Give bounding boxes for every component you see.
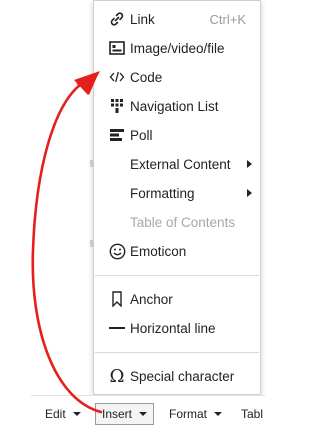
menu-separator	[95, 352, 259, 353]
menu-item-label: Formatting	[130, 185, 195, 201]
menu-item-label: Table of Contents	[130, 214, 236, 230]
format-menu-label: Format	[169, 407, 208, 421]
omega-icon: Ω	[109, 365, 125, 387]
editor-background	[0, 0, 92, 388]
edit-menu-label: Edit	[45, 407, 66, 421]
menu-item-horizontal-line[interactable]: Horizontal line	[94, 314, 260, 342]
format-menu-button[interactable]: Format	[163, 403, 228, 425]
menu-item-special-character[interactable]: Ω Special character	[94, 362, 260, 390]
insert-dropdown-menu: Link Ctrl+K Image/video/file Code Naviga…	[93, 0, 261, 395]
submenu-arrow-icon	[247, 160, 252, 168]
menu-item-label: Horizontal line	[130, 320, 216, 336]
menu-item-emoticon[interactable]: Emoticon	[94, 237, 260, 265]
image-icon	[108, 39, 126, 57]
menu-item-label: Special character	[130, 368, 235, 384]
menu-item-label: Navigation List	[130, 98, 219, 114]
menu-item-external-content[interactable]: External Content	[94, 150, 260, 178]
menu-item-poll[interactable]: Poll	[94, 121, 260, 149]
menu-item-label: Poll	[130, 127, 153, 143]
menu-item-label: Anchor	[130, 291, 173, 307]
menu-item-navigation-list[interactable]: Navigation List	[94, 92, 260, 120]
menu-item-label: External Content	[130, 156, 231, 172]
bookmark-icon	[108, 290, 126, 308]
submenu-arrow-icon	[247, 189, 252, 197]
menu-item-table-of-contents: Table of Contents	[94, 208, 260, 236]
poll-icon	[108, 126, 126, 144]
menu-item-label: Emoticon	[130, 243, 187, 259]
table-menu-label: Tabl	[241, 407, 264, 421]
emoticon-icon	[108, 242, 126, 260]
caret-down-icon	[139, 412, 148, 416]
link-icon	[108, 10, 126, 28]
menu-item-label: Link	[130, 11, 155, 27]
caret-down-icon	[72, 412, 81, 416]
menu-item-code[interactable]: Code	[94, 63, 260, 91]
menu-item-image-video-file[interactable]: Image/video/file	[94, 34, 260, 62]
menu-item-formatting[interactable]: Formatting	[94, 179, 260, 207]
menu-item-label: Image/video/file	[130, 40, 225, 56]
menu-item-label: Code	[130, 69, 163, 85]
code-icon	[108, 68, 126, 86]
edit-menu-button[interactable]: Edit	[39, 403, 87, 425]
menu-separator	[95, 275, 259, 276]
horizontal-line-icon	[108, 319, 126, 337]
shortcut-label: Ctrl+K	[209, 11, 246, 27]
table-menu-button[interactable]: Tabl	[235, 403, 269, 425]
caret-down-icon	[214, 412, 223, 416]
insert-menu-button[interactable]: Insert	[95, 403, 155, 425]
editor-menubar: Edit Insert Format Tabl	[31, 395, 265, 430]
navigation-list-icon	[108, 97, 126, 115]
menu-item-anchor[interactable]: Anchor	[94, 285, 260, 313]
insert-menu-label: Insert	[102, 407, 133, 421]
menu-item-link[interactable]: Link Ctrl+K	[94, 5, 260, 33]
